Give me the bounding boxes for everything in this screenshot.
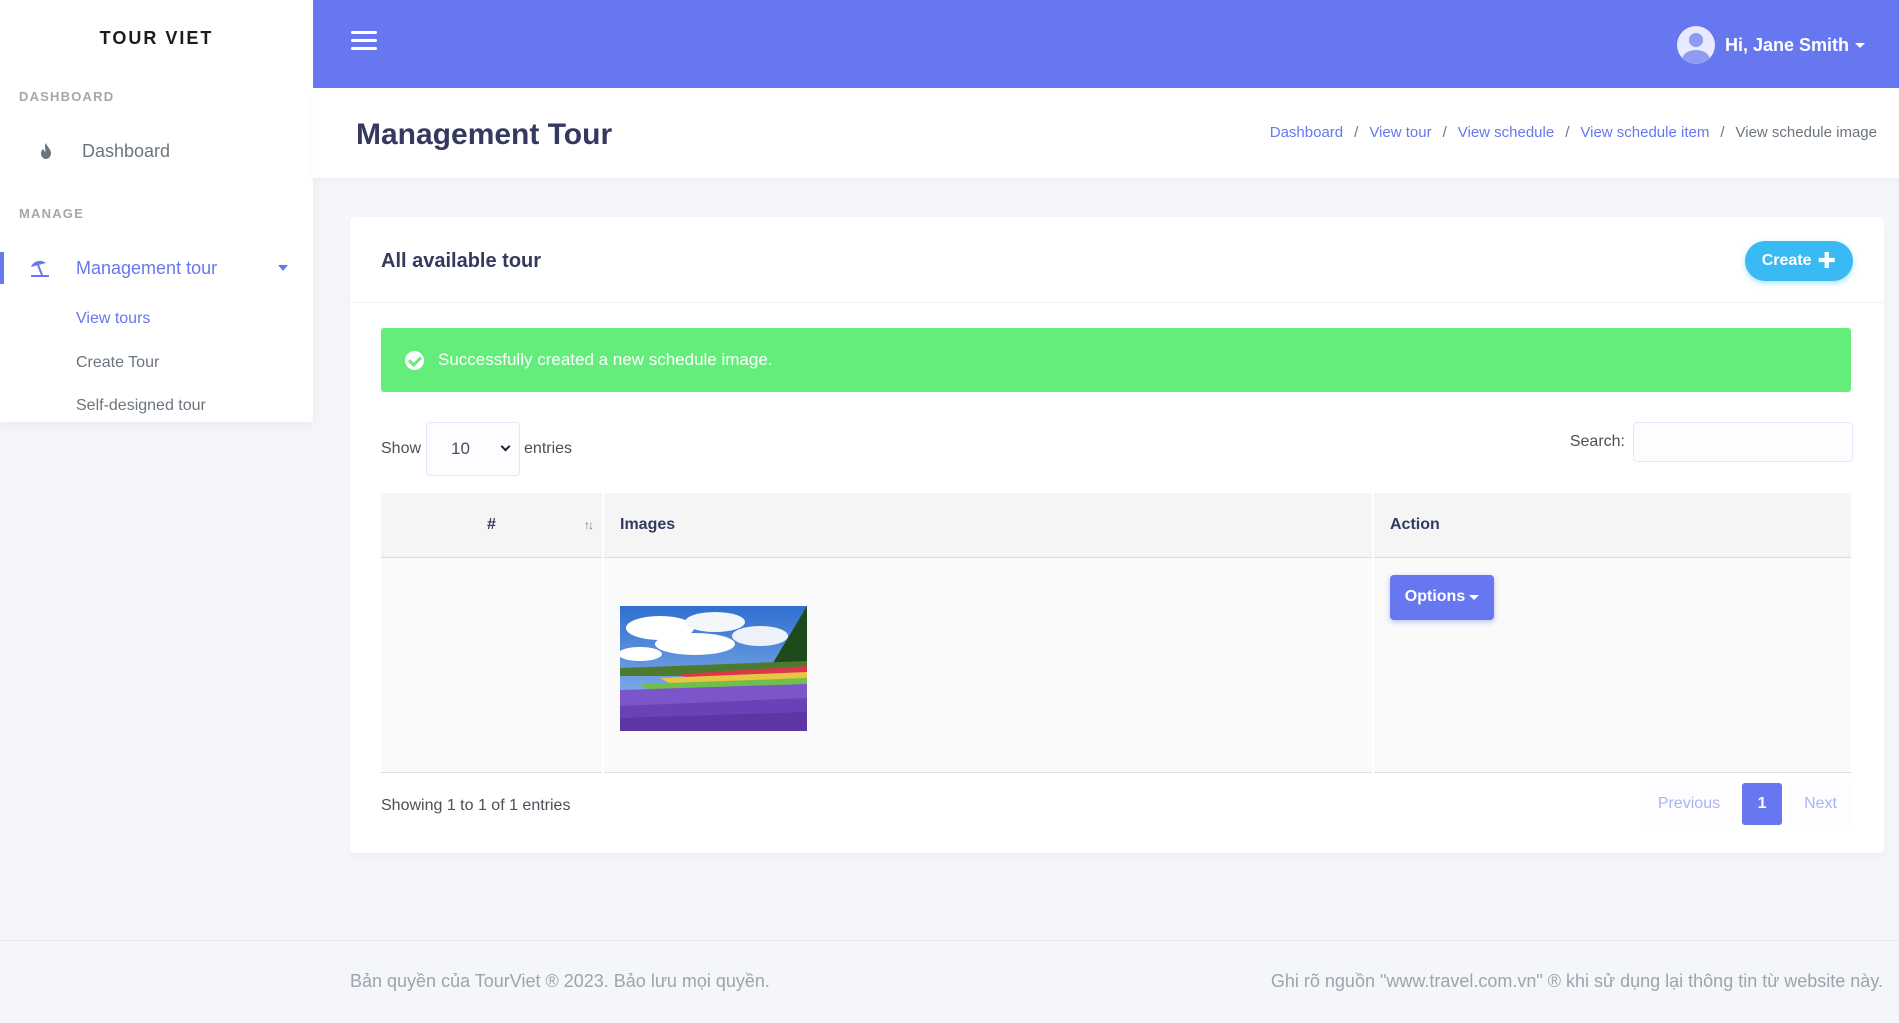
- sidebar-item-label: Dashboard: [82, 140, 171, 161]
- check-circle-icon: [405, 350, 424, 370]
- show-entries: Show 10 entries: [381, 422, 572, 476]
- entries-select[interactable]: 10: [426, 422, 521, 476]
- breadcrumb: Dashboard / View tour / View schedule / …: [1270, 124, 1877, 141]
- create-button-label: Create: [1761, 252, 1812, 269]
- top-navbar: Hi, Jane Smith: [313, 0, 1899, 88]
- sidebar: TOUR VIET DASHBOARD Dashboard MANAGE Man…: [0, 0, 313, 422]
- card-header: All available tour Create ✚: [350, 217, 1884, 303]
- create-button[interactable]: Create ✚: [1744, 241, 1853, 281]
- card-title: All available tour: [381, 250, 542, 272]
- sidebar-item-label: Management tour: [76, 257, 218, 278]
- sidebar-item-management-tour[interactable]: Management tour: [0, 246, 313, 290]
- user-avatar-icon: [1676, 26, 1715, 64]
- breadcrumb-separator: /: [1354, 124, 1359, 141]
- breadcrumb-separator: /: [1442, 124, 1447, 141]
- user-dropdown[interactable]: Hi, Jane Smith: [1676, 26, 1865, 64]
- row-num-cell: [381, 557, 604, 773]
- chevron-down-icon: [1469, 594, 1480, 600]
- breadcrumb-view-tour[interactable]: View tour: [1369, 124, 1431, 141]
- chevron-down-icon: [278, 265, 288, 271]
- row-action-cell: Options: [1373, 557, 1851, 773]
- page-button-1[interactable]: 1: [1742, 783, 1783, 825]
- breadcrumb-view-schedule-item[interactable]: View schedule item: [1580, 124, 1709, 141]
- schedule-image-table: # ↑↓ Images Action Options: [381, 493, 1851, 773]
- table-row: Options: [381, 557, 1851, 773]
- chevron-down-icon: [1855, 42, 1865, 48]
- column-header-action[interactable]: Action: [1373, 493, 1851, 558]
- sidebar-subitem-self-designed-tour[interactable]: Self-designed tour: [76, 397, 206, 415]
- success-alert: Successfully created a new schedule imag…: [381, 328, 1851, 392]
- menu-header-manage: MANAGE: [19, 206, 84, 221]
- entries-select-value: 10: [451, 439, 470, 458]
- table-header-row: # ↑↓ Images Action: [381, 493, 1851, 558]
- breadcrumb-dashboard[interactable]: Dashboard: [1270, 124, 1343, 141]
- sort-icon: ↑↓: [584, 518, 594, 532]
- menu-header-dashboard: DASHBOARD: [19, 89, 115, 104]
- breadcrumb-view-schedule[interactable]: View schedule: [1458, 124, 1554, 141]
- entries-label: entries: [524, 440, 573, 457]
- plus-icon: ✚: [1817, 248, 1836, 273]
- breadcrumb-current: View schedule image: [1735, 124, 1877, 141]
- flower-field-photo: [620, 605, 807, 731]
- fire-icon: [26, 142, 66, 160]
- table-info: Showing 1 to 1 of 1 entries: [381, 797, 571, 814]
- breadcrumb-separator: /: [1720, 124, 1725, 141]
- copyright-text: Bản quyền của TourViet ® 2023. Bảo lưu m…: [350, 971, 770, 991]
- search-wrap: Search:: [1570, 422, 1853, 462]
- beach-umbrella-icon: [20, 258, 60, 278]
- user-greeting: Hi, Jane Smith: [1724, 34, 1849, 55]
- show-label: Show: [381, 440, 422, 457]
- source-note: Ghi rõ nguồn "www.travel.com.vn" ® khi s…: [1270, 971, 1883, 991]
- alert-message: Successfully created a new schedule imag…: [438, 350, 773, 369]
- tour-card: All available tour Create ✚ Successfully…: [350, 217, 1884, 853]
- search-input[interactable]: [1633, 422, 1853, 462]
- footer: Bản quyền của TourViet ® 2023. Bảo lưu m…: [0, 940, 1899, 1023]
- next-page-button[interactable]: Next: [1788, 783, 1853, 825]
- hamburger-icon[interactable]: [351, 31, 377, 55]
- search-label: Search:: [1569, 433, 1625, 450]
- sidebar-subitem-create-tour[interactable]: Create Tour: [76, 354, 159, 372]
- section-header: Management Tour Dashboard / View tour / …: [313, 88, 1899, 178]
- pagination: Previous 1 Next: [1641, 783, 1853, 825]
- sidebar-subitem-view-tours[interactable]: View tours: [76, 310, 150, 328]
- column-header-images[interactable]: Images: [603, 493, 1374, 558]
- previous-page-button[interactable]: Previous: [1641, 783, 1737, 825]
- page-title: Management Tour: [356, 118, 613, 151]
- breadcrumb-separator: /: [1565, 124, 1570, 141]
- row-image-cell: [603, 557, 1374, 773]
- column-header-num[interactable]: # ↑↓: [381, 493, 604, 558]
- chevron-down-icon: [500, 441, 511, 452]
- sidebar-item-dashboard[interactable]: Dashboard: [0, 129, 313, 173]
- brand-logo[interactable]: TOUR VIET: [0, 28, 313, 49]
- options-button[interactable]: Options: [1390, 574, 1494, 620]
